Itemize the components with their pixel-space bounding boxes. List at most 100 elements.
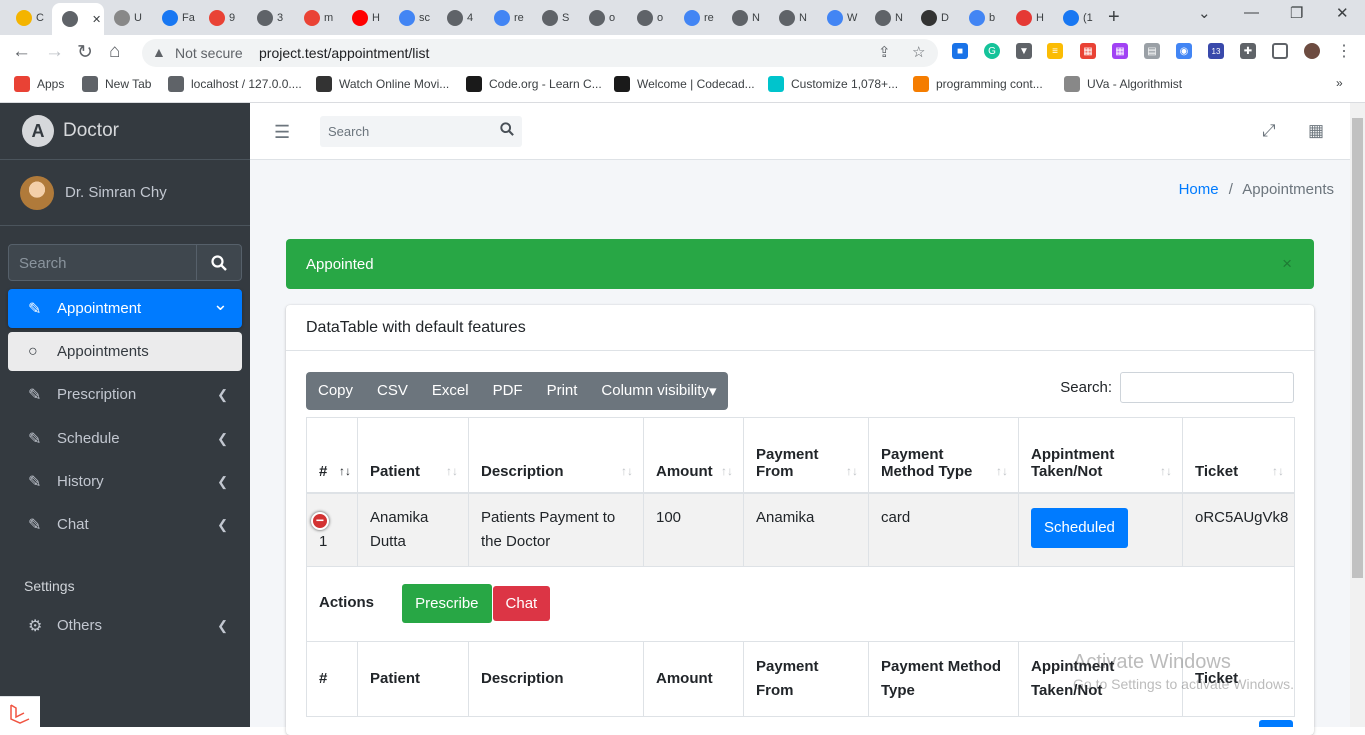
reload-icon[interactable]: ↻ [77, 41, 93, 64]
navbar-search-input[interactable]: Search [320, 116, 522, 147]
new-tab-button[interactable]: + [1108, 6, 1120, 29]
minimize-icon[interactable]: — [1244, 4, 1259, 21]
column-header[interactable]: Appintment Taken/Not ↑↓ [1018, 417, 1183, 494]
more-bookmarks-icon[interactable]: » [1336, 76, 1343, 90]
bookmark-item[interactable]: programming cont... [913, 76, 1043, 92]
browser-tab[interactable]: b [959, 5, 1005, 31]
side-panel-icon[interactable] [1272, 43, 1288, 59]
browser-tab[interactable]: U [104, 5, 150, 31]
extension-icon[interactable]: ■ [952, 43, 968, 59]
browser-tab[interactable]: 9 [199, 5, 245, 31]
grammarly-icon[interactable]: G [984, 43, 1000, 59]
extension-icon[interactable]: ▤ [1144, 43, 1160, 59]
home-icon[interactable]: ⌂ [109, 41, 120, 63]
share-icon[interactable]: ⇪ [878, 43, 891, 61]
extension-icon[interactable]: ▦ [1112, 43, 1128, 59]
extension-badge-icon[interactable]: 13 [1208, 43, 1224, 59]
bookmark-item[interactable]: Welcome | Codecad... [614, 76, 755, 92]
omnibox[interactable]: ▲ Not secure project.test/appointment/li… [142, 39, 938, 67]
chat-button[interactable]: Chat [492, 586, 551, 621]
browser-tab[interactable]: Fa [152, 5, 198, 31]
browser-tab[interactable]: C [6, 5, 52, 31]
excel-button[interactable]: Excel [420, 372, 481, 410]
browser-tab[interactable]: S [532, 5, 578, 31]
sidebar-item-chat[interactable]: ✎ Chat ❮ [8, 505, 242, 544]
pagination-button[interactable] [1259, 720, 1293, 727]
sidebar-item-schedule[interactable]: ✎ Schedule ❮ [8, 419, 242, 458]
browser-tab[interactable]: 4 [437, 5, 483, 31]
browser-tab[interactable]: m [294, 5, 340, 31]
url-text[interactable]: project.test/appointment/list [259, 45, 429, 61]
extension-icon[interactable]: ▦ [1080, 43, 1096, 59]
close-tab-icon[interactable]: ✕ [92, 13, 101, 26]
browser-tab[interactable]: H [1006, 5, 1052, 31]
search-icon[interactable] [196, 245, 241, 280]
bookmark-star-icon[interactable]: ☆ [912, 43, 925, 61]
column-header[interactable]: Payment From ↑↓ [743, 417, 869, 494]
menu-kebab-icon[interactable]: ⋮ [1336, 43, 1352, 60]
extension-icon[interactable]: ◉ [1176, 43, 1192, 59]
scheduled-button[interactable]: Scheduled [1031, 507, 1128, 548]
sidebar-item-prescription[interactable]: ✎ Prescription ❮ [8, 375, 242, 414]
fullscreen-icon[interactable]: ⤢ [1262, 121, 1276, 141]
page-scrollbar[interactable] [1350, 103, 1365, 727]
browser-tab[interactable]: 3 [247, 5, 293, 31]
browser-tab[interactable]: H [342, 5, 388, 31]
extension-icon[interactable]: ▼ [1016, 43, 1032, 59]
browser-tab[interactable]: re [674, 5, 720, 31]
sidebar-item-appointments[interactable]: ○ Appointments [8, 332, 242, 371]
column-header[interactable]: Description ↑↓ [468, 417, 644, 494]
back-icon[interactable]: ← [12, 41, 31, 63]
brand[interactable]: A Doctor [0, 103, 250, 160]
bookmark-item[interactable]: localhost / 127.0.0.... [168, 76, 302, 92]
sidebar-item-others[interactable]: ⚙ Others ❮ [8, 606, 242, 645]
print-button[interactable]: Print [535, 372, 590, 410]
csv-button[interactable]: CSV [365, 372, 420, 410]
browser-tab[interactable]: o [579, 5, 625, 31]
sidebar-item-history[interactable]: ✎ History ❮ [8, 462, 242, 501]
browser-tab[interactable]: W [817, 5, 863, 31]
sidebar-search-input[interactable]: Search [9, 245, 196, 280]
scrollbar-thumb[interactable] [1352, 118, 1363, 578]
pdf-button[interactable]: PDF [481, 372, 535, 410]
breadcrumb-home-link[interactable]: Home [1179, 181, 1219, 198]
collapse-row-icon[interactable]: − [311, 511, 329, 530]
column-header[interactable]: Amount ↑↓ [643, 417, 744, 494]
control-sidebar-icon[interactable]: ▦ [1308, 121, 1324, 141]
datatable-search-input[interactable] [1120, 372, 1294, 403]
bookmark-item[interactable]: New Tab [82, 76, 151, 92]
browser-tab[interactable]: o [627, 5, 673, 31]
browser-tab[interactable]: sc [389, 5, 435, 31]
puzzle-icon[interactable]: ✚ [1240, 43, 1256, 59]
search-icon[interactable] [500, 122, 514, 139]
bookmark-item[interactable]: Code.org - Learn C... [466, 76, 602, 92]
browser-tab[interactable]: N [865, 5, 911, 31]
extension-icon[interactable]: ≡ [1047, 43, 1063, 59]
column-header[interactable]: Ticket ↑↓ [1182, 417, 1295, 494]
browser-tab[interactable]: D [911, 5, 957, 31]
browser-tab[interactable]: ✕ [52, 3, 104, 35]
hamburger-menu-icon[interactable]: ☰ [274, 122, 290, 143]
maximize-icon[interactable]: ❐ [1290, 4, 1303, 22]
profile-avatar-icon[interactable] [1304, 43, 1320, 59]
tab-search-icon[interactable]: ⌄ [1198, 4, 1211, 22]
bookmark-item[interactable]: UVa - Algorithmist [1064, 76, 1182, 92]
forward-icon[interactable]: → [45, 41, 64, 63]
browser-tab[interactable]: N [769, 5, 815, 31]
copy-button[interactable]: Copy [306, 372, 365, 410]
close-icon[interactable]: × [1282, 254, 1292, 274]
bookmark-item[interactable]: Customize 1,078+... [768, 76, 898, 92]
user-panel[interactable]: Dr. Simran Chy [0, 160, 250, 226]
column-header[interactable]: Patient ↑↓ [357, 417, 469, 494]
column-header[interactable]: # ↑↓ [306, 417, 358, 494]
browser-tab[interactable]: (1 [1053, 5, 1099, 31]
cell-number[interactable]: −1 [306, 492, 358, 567]
bookmark-item[interactable]: Apps [14, 76, 64, 92]
column-visibility-button[interactable]: Column visibility [589, 372, 721, 410]
bookmark-item[interactable]: Watch Online Movi... [316, 76, 449, 92]
column-header[interactable]: Payment Method Type ↑↓ [868, 417, 1019, 494]
browser-tab[interactable]: N [722, 5, 768, 31]
browser-tab[interactable]: re [484, 5, 530, 31]
close-window-icon[interactable]: ✕ [1336, 4, 1349, 22]
prescribe-button[interactable]: Prescribe [402, 584, 492, 623]
